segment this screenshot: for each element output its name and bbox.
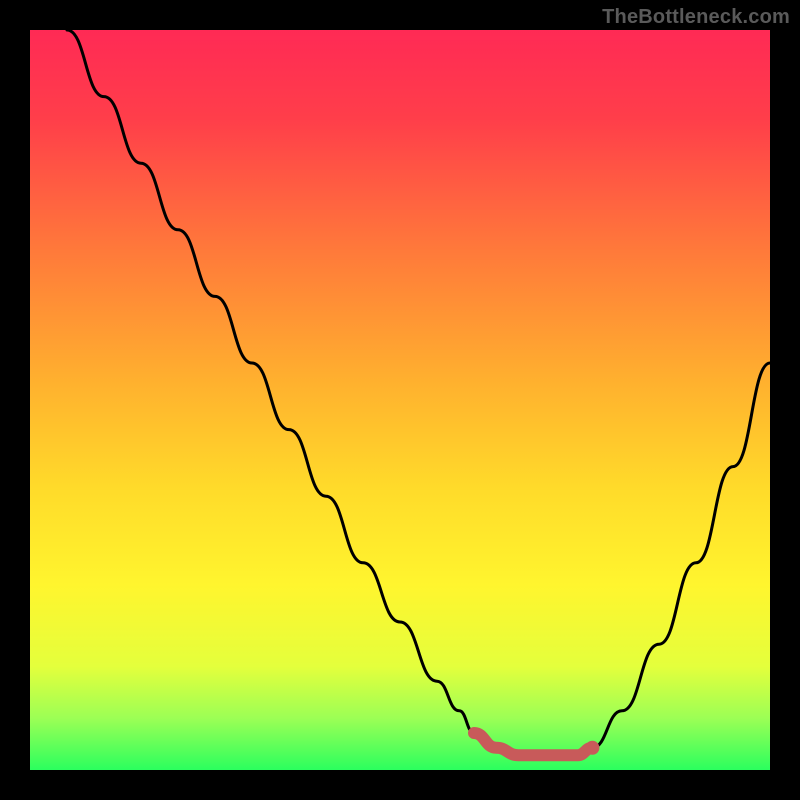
optimal-point-marker — [585, 741, 599, 755]
plot-area — [30, 30, 770, 770]
curve-layer — [30, 30, 770, 770]
watermark-text: TheBottleneck.com — [602, 6, 790, 29]
chart-frame: TheBottleneck.com — [0, 0, 800, 800]
optimal-region-highlight — [474, 733, 592, 755]
bottleneck-curve-path — [67, 30, 770, 755]
